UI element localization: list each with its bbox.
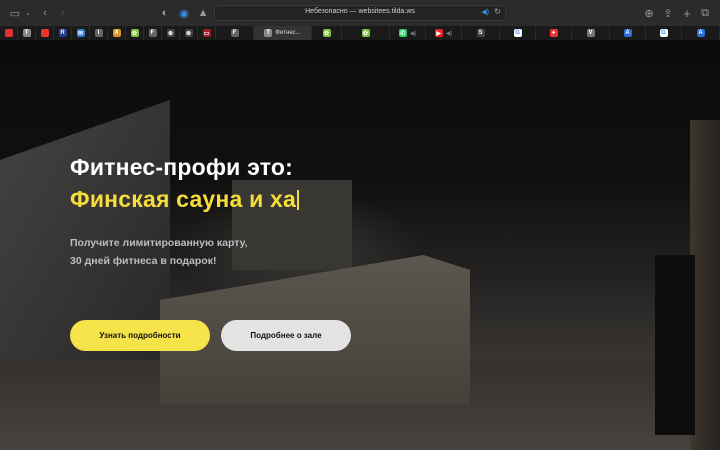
openai-icon: ⊛ (166, 29, 175, 37)
speaker-icon[interactable]: ◀) (446, 30, 453, 37)
whatsapp-icon: ✆ (398, 29, 407, 37)
browser-tab[interactable]: A (682, 26, 720, 40)
browser-tab[interactable]: F (144, 26, 162, 40)
mail-icon: ✉ (76, 29, 85, 37)
browser-tab[interactable]: V (572, 26, 610, 40)
typed-text: Финская сауна и ха (70, 186, 297, 212)
typing-caret (297, 190, 300, 210)
subtitle-line: 30 дней фитнеса в подарок! (70, 255, 217, 267)
hero-section: Фитнес-профи это: Финская сауна и ха Пол… (0, 40, 720, 450)
hero-typed-title: Финская сауна и ха (70, 186, 300, 213)
browser-tab[interactable]: X (108, 26, 126, 40)
browser-tab[interactable]: ✆ ◀) (390, 26, 426, 40)
browser-tab[interactable]: ● (536, 26, 572, 40)
google-icon: G (659, 29, 668, 37)
hero-subtitle: Получите лимитированную карту, 30 дней ф… (70, 234, 248, 270)
tab-bar: T R ✉ I X ✿ F ⊛ ⊛ ▭ F T Фитнес... ✿ ✿ ✆ ◀) ▶ ◀) S G ● V A G A (0, 26, 720, 40)
speaker-icon[interactable]: ◀) (410, 30, 417, 37)
leaf-icon: ✿ (130, 29, 139, 37)
share-icon[interactable]: ⇪ (663, 6, 673, 20)
i-icon: I (94, 29, 103, 37)
blue-a-icon: A (623, 29, 632, 37)
tilda-icon: T (22, 29, 31, 37)
openai-icon: ⊛ (184, 29, 193, 37)
notification-icon[interactable]: ▲ (198, 6, 209, 20)
red-dot-icon (40, 29, 49, 37)
extension-icon[interactable]: ◉ (179, 6, 189, 20)
browser-tab[interactable]: I (90, 26, 108, 40)
browser-toolbar: ▭ ⌄ ‹ › ◐ ◉ ▲ Небезопасно — websitees.ti… (0, 0, 720, 26)
v-icon: V (586, 29, 595, 37)
gym-details-button[interactable]: Подробнее о зале (221, 320, 351, 351)
new-tab-icon[interactable]: + (682, 6, 692, 21)
f-icon: F (148, 29, 157, 37)
tab-title: Фитнес... (275, 30, 301, 36)
browser-tab[interactable]: T (18, 26, 36, 40)
red-circle-icon: ● (549, 29, 558, 37)
url-text: Небезопасно — websitees.tilda.ws (305, 8, 415, 15)
r-icon: R (58, 29, 67, 37)
youtube-icon: ▶ (434, 29, 443, 37)
tab-overview-icon[interactable]: ⧉ (700, 6, 710, 20)
shield-icon[interactable]: ◐ (160, 6, 170, 20)
tilda-icon: T (264, 29, 273, 37)
browser-tab[interactable]: ⊛ (162, 26, 180, 40)
leaf-icon: ✿ (322, 29, 331, 37)
browser-tab[interactable]: G (646, 26, 682, 40)
browser-tab[interactable]: G (500, 26, 536, 40)
browser-tab[interactable]: A (610, 26, 646, 40)
leaf-icon: ✿ (361, 29, 370, 37)
learn-more-button[interactable]: Узнать подробности (70, 320, 210, 351)
browser-tab[interactable]: F (216, 26, 254, 40)
back-icon[interactable]: ‹ (40, 6, 50, 20)
reload-icon[interactable]: ↻ (494, 7, 501, 16)
browser-tab[interactable]: ▭ (198, 26, 216, 40)
red-rect-icon: ▭ (202, 29, 211, 37)
chevron-down-icon[interactable]: ⌄ (24, 6, 32, 20)
s-icon: S (476, 29, 485, 37)
f-icon: F (230, 29, 239, 37)
browser-tab[interactable]: ✉ (72, 26, 90, 40)
browser-tab[interactable]: ✿ (342, 26, 390, 40)
russia-flag-icon (4, 29, 13, 37)
forward-icon[interactable]: › (58, 6, 68, 20)
browser-tab[interactable]: T Фитнес... (254, 26, 312, 40)
address-bar[interactable]: Небезопасно — websitees.tilda.ws ◀) ↻ (214, 5, 506, 21)
hero-title: Фитнес-профи это: (70, 154, 293, 180)
browser-tab[interactable]: S (462, 26, 500, 40)
google-icon: G (513, 29, 522, 37)
browser-tab[interactable]: ▶ ◀) (426, 26, 462, 40)
x-icon: X (112, 29, 121, 37)
audio-icon[interactable]: ◀) (481, 8, 489, 16)
browser-tab[interactable]: ✿ (126, 26, 144, 40)
subtitle-line: Получите лимитированную карту, (70, 237, 248, 249)
download-icon[interactable]: ⊕ (644, 6, 654, 20)
sidebar-toggle-icon[interactable]: ▭ (8, 6, 22, 20)
blue-a-icon: A (696, 29, 705, 37)
browser-tab[interactable]: ⊛ (180, 26, 198, 40)
browser-tab[interactable] (0, 26, 18, 40)
browser-tab[interactable]: R (54, 26, 72, 40)
browser-tab[interactable] (36, 26, 54, 40)
browser-tab[interactable]: ✿ (312, 26, 342, 40)
